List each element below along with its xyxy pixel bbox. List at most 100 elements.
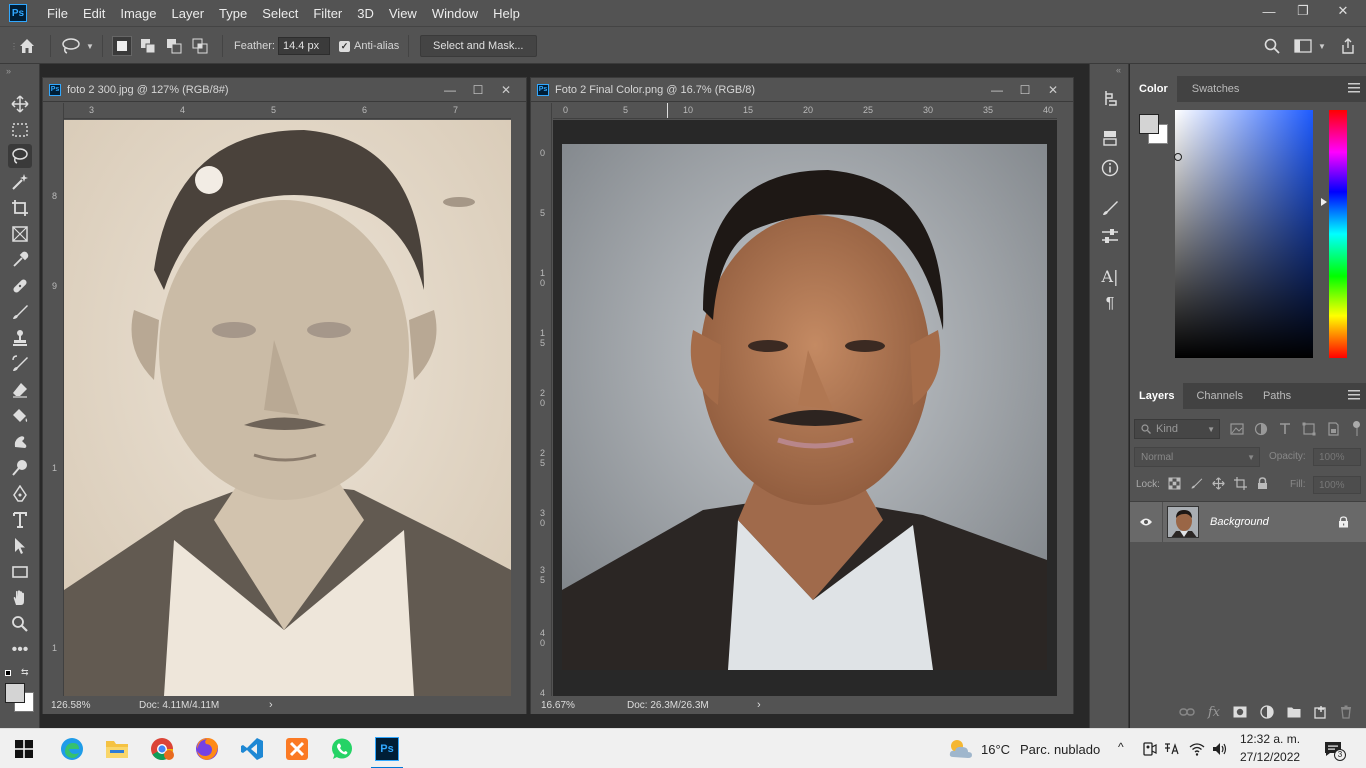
folder-icon[interactable] — [1287, 706, 1301, 718]
marquee-tool[interactable] — [8, 118, 32, 142]
color-foreground-swatch[interactable] — [1139, 114, 1159, 134]
brush-tool[interactable] — [8, 300, 32, 324]
taskbar-edge[interactable] — [50, 729, 94, 768]
color-picker-cursor[interactable] — [1174, 153, 1182, 161]
antialias-checkbox[interactable]: ✓ Anti-alias — [339, 27, 399, 65]
doc-maximize-button[interactable]: ☐ — [464, 78, 492, 102]
document-canvas-1[interactable] — [64, 120, 511, 696]
lock-pixels-icon[interactable] — [1190, 477, 1203, 490]
doc-minimize-button[interactable]: — — [983, 78, 1011, 102]
close-button[interactable]: ✕ — [1320, 0, 1366, 22]
document-tab-2[interactable]: Ps Foto 2 Final Color.png @ 16.7% (RGB/8… — [531, 78, 1073, 102]
search-button[interactable] — [1264, 27, 1280, 65]
type-tool[interactable] — [8, 508, 32, 532]
menu-edit[interactable]: Edit — [83, 6, 105, 21]
taskbar-firefox[interactable] — [185, 729, 229, 768]
add-selection-button[interactable] — [138, 27, 158, 65]
opacity-input[interactable]: 100% — [1313, 448, 1361, 466]
history-panel-button[interactable] — [1100, 88, 1120, 108]
intersect-selection-button[interactable] — [190, 27, 210, 65]
chevron-right-icon[interactable]: › — [757, 699, 761, 711]
lock-position-icon[interactable] — [1212, 477, 1225, 490]
menu-image[interactable]: Image — [120, 6, 156, 21]
color-picker-field[interactable] — [1175, 110, 1313, 358]
magic-wand-tool[interactable] — [8, 170, 32, 194]
minimize-button[interactable]: — — [1252, 0, 1286, 22]
meet-now-icon[interactable] — [1141, 742, 1157, 756]
menu-filter[interactable]: Filter — [313, 6, 342, 21]
type-filter-icon[interactable] — [1278, 422, 1292, 436]
layer-row-background[interactable]: Background — [1130, 502, 1366, 542]
eyedropper-tool[interactable] — [8, 248, 32, 272]
doc-close-button[interactable]: ✕ — [492, 78, 520, 102]
keyboard-language-icon[interactable] — [1164, 742, 1180, 756]
document-window-2[interactable]: Ps Foto 2 Final Color.png @ 16.7% (RGB/8… — [530, 77, 1074, 714]
menu-select[interactable]: Select — [262, 6, 298, 21]
blend-mode-select[interactable]: Normal ▼ — [1134, 447, 1260, 467]
adjustment-filter-icon[interactable] — [1254, 422, 1268, 436]
menu-3d[interactable]: 3D — [357, 6, 374, 21]
default-colors-button[interactable] — [5, 670, 13, 678]
workspace-switcher[interactable]: ▼ — [1294, 27, 1326, 65]
frame-tool[interactable] — [8, 222, 32, 246]
panel-menu-icon[interactable] — [1348, 83, 1360, 93]
menu-view[interactable]: View — [389, 6, 417, 21]
rectangle-tool[interactable] — [8, 560, 32, 584]
doc-maximize-button[interactable]: ☐ — [1011, 78, 1039, 102]
dodge-tool[interactable] — [8, 456, 32, 480]
hand-tool[interactable] — [8, 586, 32, 610]
taskbar-vscode[interactable] — [230, 729, 274, 768]
menu-help[interactable]: Help — [493, 6, 520, 21]
smudge-tool[interactable] — [8, 430, 32, 454]
collapse-icon[interactable]: » — [6, 66, 11, 76]
tab-color[interactable]: Color — [1130, 76, 1177, 102]
zoom-tool[interactable] — [8, 612, 32, 636]
taskbar-file-explorer[interactable] — [95, 729, 139, 768]
swap-colors-icon[interactable]: ⇆ — [21, 667, 29, 678]
feather-input[interactable] — [278, 37, 330, 55]
foreground-color-swatch[interactable] — [5, 683, 25, 703]
restore-button[interactable]: ❐ — [1286, 0, 1320, 22]
move-tool[interactable] — [8, 92, 32, 116]
hue-slider[interactable] — [1329, 110, 1347, 358]
info-panel-button[interactable] — [1100, 158, 1120, 178]
lock-all-icon[interactable] — [1256, 477, 1269, 490]
tab-paths[interactable]: Paths — [1254, 383, 1300, 409]
image-filter-icon[interactable] — [1230, 422, 1244, 436]
character-panel-button[interactable]: A| — [1100, 266, 1120, 286]
menu-type[interactable]: Type — [219, 6, 247, 21]
volume-icon[interactable] — [1212, 742, 1228, 756]
crop-tool[interactable] — [8, 196, 32, 220]
eye-visibility-icon[interactable] — [1139, 517, 1153, 527]
menu-window[interactable]: Window — [432, 6, 478, 21]
add-mask-icon[interactable] — [1233, 706, 1247, 718]
taskbar-whatsapp[interactable] — [320, 729, 364, 768]
vertical-scrollbar[interactable] — [1057, 120, 1071, 696]
lock-transparent-icon[interactable] — [1168, 477, 1181, 490]
doc-close-button[interactable]: ✕ — [1039, 78, 1067, 102]
trash-icon[interactable] — [1340, 705, 1352, 719]
menu-layer[interactable]: Layer — [172, 6, 205, 21]
filter-toggle[interactable] — [1353, 421, 1360, 437]
fx-icon[interactable]: fx — [1208, 705, 1220, 720]
weather-cloudy-icon[interactable] — [947, 737, 975, 761]
hue-slider-handle[interactable] — [1321, 198, 1327, 206]
paint-bucket-tool[interactable] — [8, 404, 32, 428]
start-button[interactable] — [2, 729, 46, 768]
photoshop-logo[interactable]: Ps — [9, 4, 27, 22]
smart-object-filter-icon[interactable] — [1326, 422, 1340, 436]
select-and-mask-button[interactable]: Select and Mask... — [420, 35, 537, 57]
zoom-level[interactable]: 126.58% — [51, 700, 121, 711]
pen-tool[interactable] — [8, 482, 32, 506]
healing-brush-tool[interactable] — [8, 274, 32, 298]
eraser-tool[interactable] — [8, 378, 32, 402]
clock-time[interactable]: 12:32 a. m. — [1240, 732, 1300, 746]
notification-center-button[interactable]: 3 — [1324, 740, 1346, 761]
zoom-level[interactable]: 16.67% — [541, 700, 611, 711]
fill-input[interactable]: 100% — [1313, 476, 1361, 494]
clone-stamp-tool[interactable] — [8, 326, 32, 350]
doc-minimize-button[interactable]: — — [436, 78, 464, 102]
new-layer-icon[interactable] — [1314, 705, 1327, 719]
taskbar-xampp[interactable] — [275, 729, 319, 768]
link-layers-icon[interactable] — [1179, 707, 1195, 717]
